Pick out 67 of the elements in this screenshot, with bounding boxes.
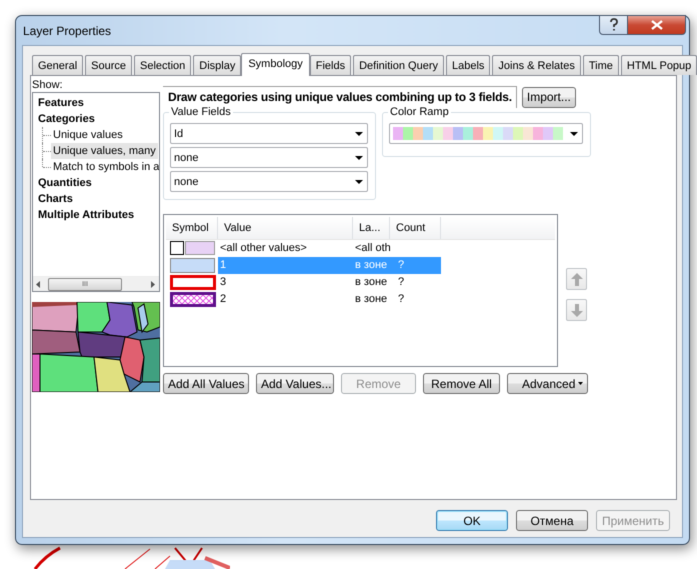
caret-icon [578,382,583,385]
symbol-swatch[interactable] [170,241,216,256]
action-button[interactable]: Remove All [423,373,500,394]
tab[interactable]: Display [193,55,242,75]
table-cell-text: ? [397,258,406,273]
table-cell-text: 1 [219,258,228,273]
table-cell-text: ? [397,292,406,307]
table-row[interactable]: 3 в зоне ? [218,274,441,291]
symbol-swatch[interactable] [170,292,216,307]
list-item[interactable]: Unique values, many [51,143,158,159]
tab[interactable]: Symbology [241,53,310,76]
close-icon [650,19,664,31]
field-dropdown[interactable]: Id [170,123,368,144]
table-cell-text: в зоне [354,275,388,290]
dialog-button[interactable]: Отмена [516,510,588,531]
tab[interactable]: Source [85,55,132,75]
action-button[interactable]: Add Values... [256,373,334,394]
table-cell-text: 2 [219,292,228,307]
table-cell-text: <all other values> [219,241,308,256]
column-header[interactable]: Value [218,217,353,239]
dropdown-arrow-icon [570,132,578,136]
category-heading[interactable]: Quantities [38,175,92,191]
window-title: Layer Properties [23,24,112,38]
action-button[interactable]: Add All Values [163,373,249,394]
list-item[interactable]: Match to symbols in a [51,159,159,175]
field-dropdown[interactable]: none [170,171,368,192]
right-arrow-icon[interactable] [150,280,157,288]
tab[interactable]: General [32,55,84,75]
tab[interactable]: Time [582,55,619,75]
tab[interactable]: Selection [134,55,192,75]
field-dropdown[interactable]: none [170,147,368,168]
column-header[interactable]: La... [353,217,390,239]
left-arrow-icon[interactable] [35,280,42,288]
dropdown-arrow-icon [355,132,363,136]
category-heading[interactable]: Categories [38,111,95,127]
category-heading[interactable]: Charts [38,191,73,207]
down-arrow-icon [570,304,582,316]
symbol-swatch[interactable] [170,258,216,273]
table-cell-text: 3 [219,275,228,290]
table-cell-text: ? [397,275,406,290]
show-label: Show: [32,78,64,92]
column-header[interactable]: Count [390,217,441,239]
group-label: Color Ramp [388,106,451,119]
import-button[interactable]: Import... [522,86,576,108]
symbol-swatch[interactable] [170,275,216,290]
dropdown-arrow-icon [355,180,363,184]
tab[interactable]: Labels [446,55,490,75]
list-item[interactable]: Unique values [51,127,125,143]
table-row[interactable]: <all other values> <all oth [218,240,441,257]
dropdown-arrow-icon [355,156,363,160]
close-button[interactable] [628,15,686,35]
help-button[interactable] [599,15,628,35]
table-cell-text: <all oth [354,241,390,256]
table-cell-text: в зоне [354,258,388,273]
tab[interactable]: HTML Popup [620,55,697,75]
dialog-button[interactable]: OK [436,510,508,531]
table-row[interactable]: 2 в зоне ? [218,291,441,308]
tab[interactable]: Definition Query [353,55,444,75]
column-header[interactable]: Symbol [166,217,218,239]
table-cell-text: в зоне [354,292,388,307]
color-ramp-dropdown[interactable] [389,123,583,144]
category-heading[interactable]: Features [38,95,84,111]
up-arrow-icon [570,272,582,286]
tab[interactable]: Fields [310,55,352,75]
advanced-menu-button[interactable]: Advanced [507,373,588,394]
tab[interactable]: Joins & Relates [492,55,581,75]
category-heading[interactable]: Multiple Attributes [38,207,134,223]
